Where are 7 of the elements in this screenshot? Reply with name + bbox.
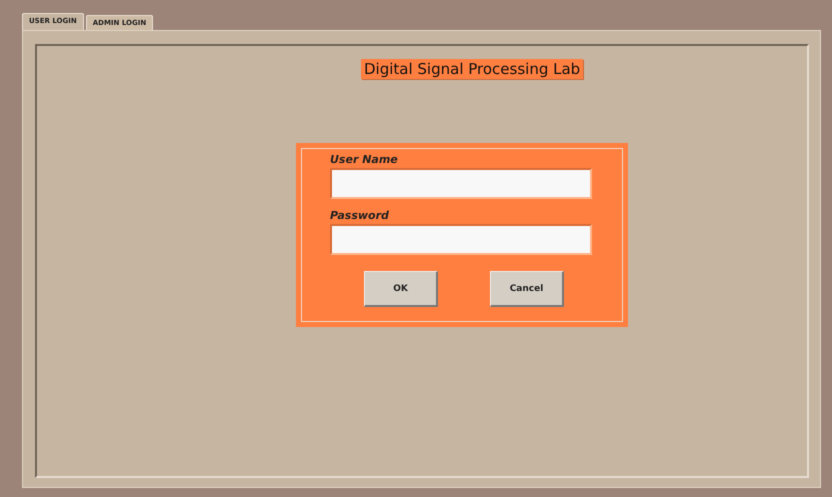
input-field[interactable] <box>330 224 592 255</box>
lab-title: Digital Signal Processing Lab <box>361 59 584 79</box>
ok-button[interactable]: OK <box>364 271 438 307</box>
field-label: Password <box>330 209 390 223</box>
cancel-button[interactable]: Cancel <box>490 271 564 307</box>
field-label: User Name <box>330 153 399 167</box>
input-field[interactable] <box>330 168 592 199</box>
